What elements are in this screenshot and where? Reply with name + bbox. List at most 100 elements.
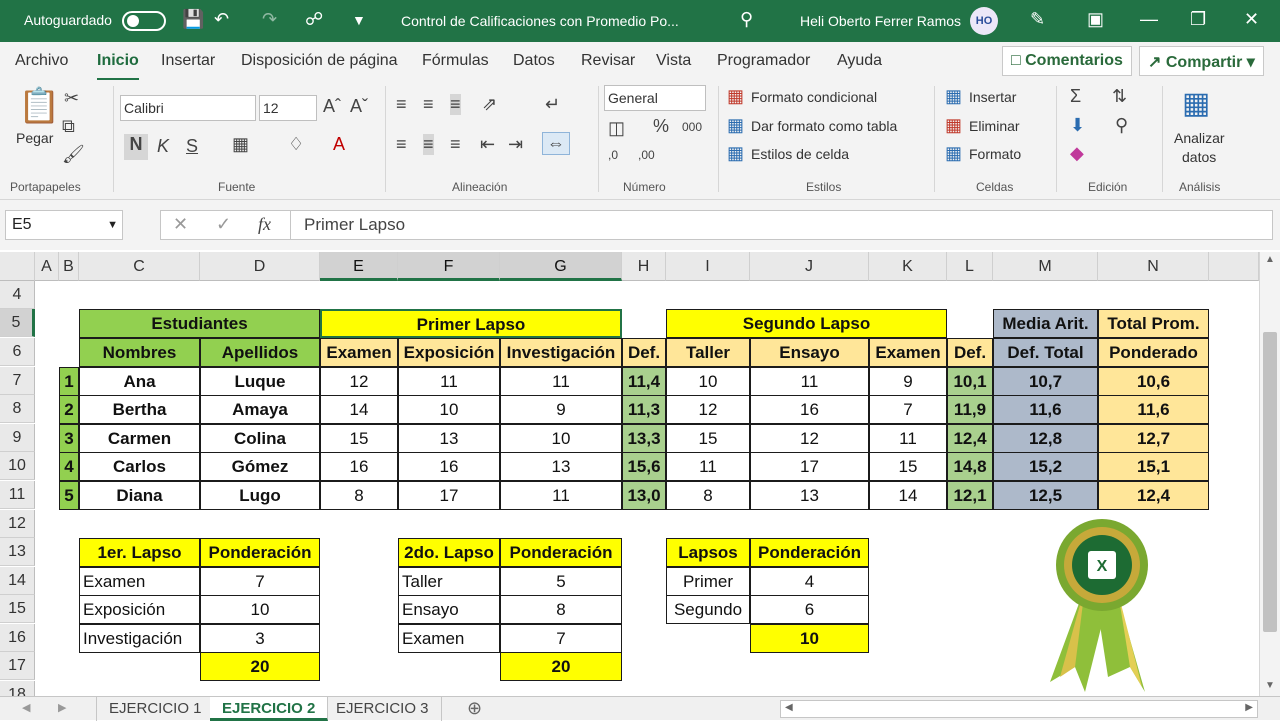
column-header-b[interactable]: B — [59, 252, 79, 281]
column-header-k[interactable]: K — [869, 252, 947, 281]
grade-examen[interactable]: 14 — [320, 395, 398, 424]
weights-2-total[interactable]: 20 — [500, 652, 622, 681]
column-header-j[interactable]: J — [750, 252, 869, 281]
student-number[interactable]: 5 — [59, 481, 79, 510]
weights-2-item[interactable]: Ensayo — [398, 595, 500, 624]
grade-exposicion[interactable]: 10 — [398, 395, 500, 424]
header-nombres[interactable]: Nombres — [79, 338, 200, 367]
weights-3-item[interactable]: Segundo — [666, 595, 750, 624]
borders-icon[interactable]: ▦ — [232, 134, 249, 155]
header-total-prom[interactable]: Total Prom. — [1098, 309, 1209, 338]
grade-investigacion[interactable]: 13 — [500, 452, 622, 481]
tab-vista[interactable]: Vista — [656, 52, 691, 70]
grade-ensayo[interactable]: 16 — [750, 395, 869, 424]
row-header-8[interactable]: 8 — [0, 395, 35, 423]
weights-3-item[interactable]: Primer — [666, 567, 750, 596]
format-icon[interactable]: ▦ — [945, 143, 962, 164]
decrease-indent-icon[interactable]: ⇤ — [480, 134, 495, 155]
number-format-combo[interactable]: General — [604, 85, 706, 111]
share-button[interactable]: ↗ Compartir ▾ — [1139, 46, 1264, 76]
grade-taller[interactable]: 12 — [666, 395, 750, 424]
header-examen-2[interactable]: Examen — [869, 338, 947, 367]
grade-investigacion[interactable]: 10 — [500, 424, 622, 453]
header-media-arit[interactable]: Media Arit. — [993, 309, 1098, 338]
grade-taller[interactable]: 15 — [666, 424, 750, 453]
tab-inicio[interactable]: Inicio — [97, 52, 139, 81]
grade-exposicion[interactable]: 17 — [398, 481, 500, 510]
weights-1-item[interactable]: Exposición — [79, 595, 200, 624]
student-surname[interactable]: Lugo — [200, 481, 320, 510]
align-bottom-icon[interactable]: ≡ — [450, 94, 461, 115]
weights-1-value[interactable]: 7 — [200, 567, 320, 596]
header-ponderado[interactable]: Ponderado — [1098, 338, 1209, 367]
bold-button[interactable]: N — [124, 134, 148, 160]
header-ensayo[interactable]: Ensayo — [750, 338, 869, 367]
grade-def-1[interactable]: 15,6 — [622, 452, 666, 481]
grade-exposicion[interactable]: 11 — [398, 367, 500, 396]
header-primer-lapso-selected[interactable]: Primer Lapso — [320, 309, 622, 338]
align-left-icon[interactable]: ≡ — [396, 134, 407, 155]
close-icon[interactable]: ✕ — [1244, 9, 1259, 30]
grade-investigacion[interactable]: 11 — [500, 367, 622, 396]
header-def-2[interactable]: Def. — [947, 338, 993, 367]
weights-3-header-lapsos[interactable]: Lapsos — [666, 538, 750, 567]
tab-archivo[interactable]: Archivo — [15, 52, 68, 70]
tab-datos[interactable]: Datos — [513, 52, 555, 70]
grade-exposicion[interactable]: 16 — [398, 452, 500, 481]
user-name[interactable]: Heli Oberto Ferrer Ramos — [800, 13, 961, 29]
column-header-a[interactable]: A — [35, 252, 59, 281]
row-header-15[interactable]: 15 — [0, 595, 35, 623]
grade-ponderado[interactable]: 12,4 — [1098, 481, 1209, 510]
student-name[interactable]: Carlos — [79, 452, 200, 481]
grade-def-total[interactable]: 12,5 — [993, 481, 1098, 510]
touch-mode-icon[interactable]: ☍ — [305, 9, 323, 30]
currency-icon[interactable]: ◫ — [608, 118, 625, 139]
tab-revisar[interactable]: Revisar — [581, 52, 635, 70]
student-number[interactable]: 2 — [59, 395, 79, 424]
grade-ponderado[interactable]: 15,1 — [1098, 452, 1209, 481]
grade-def-total[interactable]: 15,2 — [993, 452, 1098, 481]
underline-button[interactable]: S — [186, 136, 198, 157]
header-apellidos[interactable]: Apellidos — [200, 338, 320, 367]
spreadsheet-grid[interactable]: A B C D E F G H I J K L M N 4 5 6 7 8 9 … — [0, 252, 1280, 696]
row-header-5[interactable]: 5 — [0, 309, 35, 337]
weights-2-header-lapso[interactable]: 2do. Lapso — [398, 538, 500, 567]
column-header-c[interactable]: C — [79, 252, 200, 281]
restore-icon[interactable]: ❐ — [1190, 9, 1206, 30]
grade-investigacion[interactable]: 9 — [500, 395, 622, 424]
scroll-left-icon[interactable]: ◀ — [785, 702, 793, 713]
grade-ensayo[interactable]: 11 — [750, 367, 869, 396]
format-button[interactable]: Formato — [969, 146, 1021, 162]
scroll-up-icon[interactable]: ▲ — [1265, 254, 1275, 265]
grade-taller[interactable]: 11 — [666, 452, 750, 481]
column-header-i[interactable]: I — [666, 252, 750, 281]
name-box[interactable]: E5 ▼ — [5, 210, 123, 240]
vertical-scrollbar[interactable]: ▲ ▼ — [1259, 252, 1280, 696]
column-header-l[interactable]: L — [947, 252, 993, 281]
grade-ensayo[interactable]: 13 — [750, 481, 869, 510]
italic-button[interactable]: K — [157, 136, 169, 157]
grade-taller[interactable]: 10 — [666, 367, 750, 396]
column-header-f[interactable]: F — [398, 252, 500, 281]
paste-icon[interactable]: 📋 — [18, 86, 60, 126]
grade-def-1[interactable]: 11,4 — [622, 367, 666, 396]
tab-disposicion[interactable]: Disposición de página — [241, 52, 398, 70]
format-painter-icon[interactable]: 🖌 — [62, 144, 85, 165]
student-surname[interactable]: Colina — [200, 424, 320, 453]
conditional-format-icon[interactable]: ▦ — [727, 86, 744, 107]
insert-button[interactable]: Insertar — [969, 89, 1016, 105]
grade-examen[interactable]: 8 — [320, 481, 398, 510]
fill-icon[interactable]: ⬇ — [1070, 115, 1085, 136]
column-header-empty[interactable] — [1209, 252, 1259, 281]
grade-ensayo[interactable]: 17 — [750, 452, 869, 481]
format-table-icon[interactable]: ▦ — [727, 115, 744, 136]
font-name-combo[interactable]: Calibri — [120, 95, 256, 121]
tab-ayuda[interactable]: Ayuda — [837, 52, 882, 70]
grade-exposicion[interactable]: 13 — [398, 424, 500, 453]
thousands-icon[interactable]: 000 — [682, 120, 702, 134]
weights-2-item[interactable]: Examen — [398, 624, 500, 653]
grade-examen-2[interactable]: 11 — [869, 424, 947, 453]
align-center-icon[interactable]: ≡ — [423, 134, 434, 155]
row-header-7[interactable]: 7 — [0, 367, 35, 395]
weights-1-value[interactable]: 10 — [200, 595, 320, 624]
